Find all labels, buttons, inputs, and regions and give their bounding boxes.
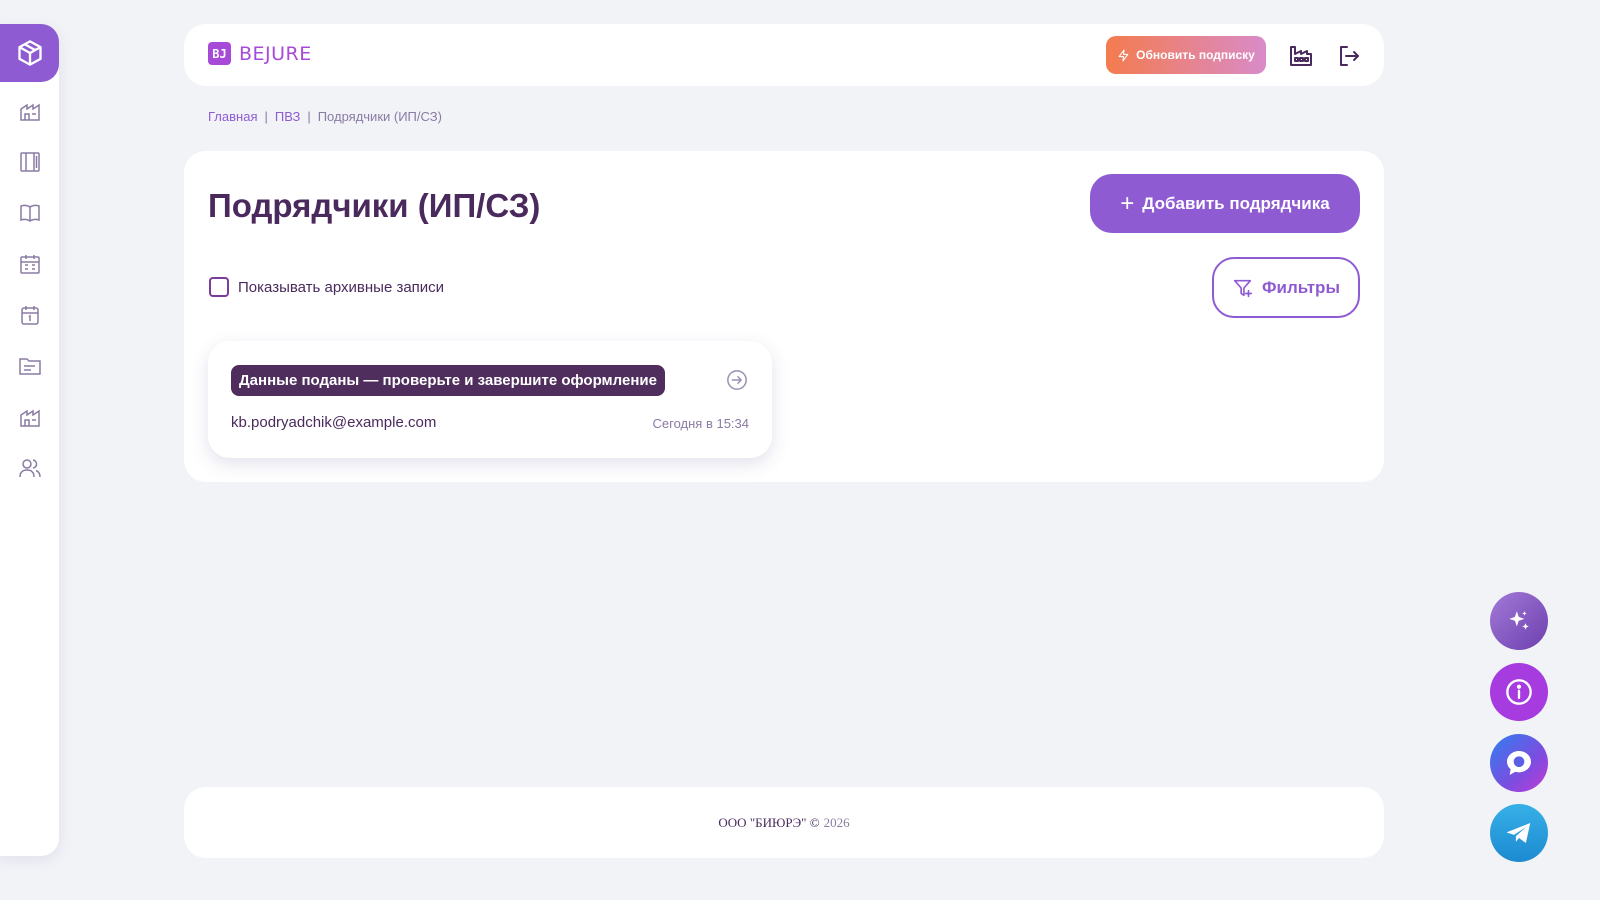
lightning-icon — [1118, 49, 1129, 61]
sidebar-item-folder[interactable] — [15, 351, 45, 381]
info-button[interactable] — [1490, 663, 1548, 721]
book-icon — [20, 204, 40, 222]
chat-button[interactable] — [1490, 734, 1548, 792]
footer-company: ООО "БИЮРЭ" © — [718, 814, 820, 830]
brand-name: BEJURE — [239, 42, 312, 65]
filter-plus-icon — [1233, 279, 1253, 297]
add-contractor-label: Добавить подрядчика — [1142, 193, 1330, 213]
add-contractor-button[interactable]: + Добавить подрядчика — [1090, 174, 1360, 233]
brand-logo[interactable]: BJ BEJURE — [208, 42, 312, 65]
chat-bubble-icon — [1507, 751, 1531, 775]
contractor-card[interactable]: Данные поданы — проверьте и завершите оф… — [208, 341, 772, 458]
upgrade-subscription-button[interactable]: Обновить подписку — [1106, 36, 1266, 74]
breadcrumb-pvz[interactable]: ПВЗ — [275, 109, 300, 124]
sidebar — [0, 24, 59, 856]
brand-mark: BJ — [208, 42, 231, 65]
upgrade-subscription-label: Обновить подписку — [1136, 48, 1255, 62]
calendar-grid-icon — [20, 255, 40, 274]
columns-icon — [20, 152, 40, 172]
ai-assistant-button[interactable] — [1490, 592, 1548, 650]
info-icon — [1506, 679, 1532, 705]
sidebar-item-warehouse[interactable] — [15, 96, 45, 126]
sidebar-item-book[interactable] — [15, 198, 45, 228]
sidebar-item-calendar-grid[interactable] — [15, 249, 45, 279]
factory-button[interactable] — [1288, 43, 1314, 69]
filters-label: Фильтры — [1262, 277, 1340, 297]
show-archived-checkbox[interactable] — [209, 277, 229, 297]
warehouse-icon — [20, 103, 40, 121]
contractor-email: kb.podryadchik@example.com — [231, 414, 437, 431]
status-badge: Данные поданы — проверьте и завершите оф… — [231, 365, 665, 396]
footer: ООО "БИЮРЭ" © 2026 — [184, 787, 1384, 858]
logout-icon — [1340, 46, 1359, 66]
factory-icon — [1290, 46, 1312, 66]
box-icon — [17, 40, 42, 66]
sidebar-logo-button[interactable] — [0, 24, 59, 82]
show-archived-label: Показывать архивные записи — [238, 278, 445, 296]
footer-year: 2026 — [823, 814, 850, 830]
breadcrumb-separator: | — [264, 109, 268, 124]
telegram-button[interactable] — [1490, 804, 1548, 862]
breadcrumb-separator: | — [307, 109, 311, 124]
calendar-day-icon — [21, 306, 39, 325]
filters-button[interactable]: Фильтры — [1212, 257, 1360, 318]
open-card-button[interactable] — [726, 369, 748, 391]
top-header: BJ BEJURE Обновить подписку — [184, 24, 1384, 86]
arrow-circle-right-icon — [727, 370, 747, 390]
sidebar-item-building[interactable] — [15, 402, 45, 432]
breadcrumb-home[interactable]: Главная — [208, 109, 257, 124]
building-icon — [20, 409, 40, 427]
page-title: Подрядчики (ИП/СЗ) — [208, 187, 541, 224]
show-archived-toggle[interactable]: Показывать архивные записи — [209, 277, 444, 297]
sidebar-item-columns[interactable] — [15, 147, 45, 177]
logout-button[interactable] — [1336, 43, 1362, 69]
contractors-panel: Подрядчики (ИП/СЗ) + Добавить подрядчика… — [184, 151, 1384, 482]
sparkles-icon — [1509, 611, 1529, 630]
contractor-date: Сегодня в 15:34 — [652, 416, 749, 431]
telegram-icon — [1506, 823, 1531, 843]
breadcrumb: Главная | ПВЗ | Подрядчики (ИП/СЗ) — [208, 109, 442, 124]
folder-icon — [19, 358, 41, 375]
users-icon — [19, 459, 41, 478]
plus-icon: + — [1120, 189, 1135, 217]
sidebar-item-calendar-day[interactable] — [15, 300, 45, 330]
breadcrumb-current: Подрядчики (ИП/СЗ) — [317, 109, 442, 124]
sidebar-item-users[interactable] — [15, 453, 45, 483]
